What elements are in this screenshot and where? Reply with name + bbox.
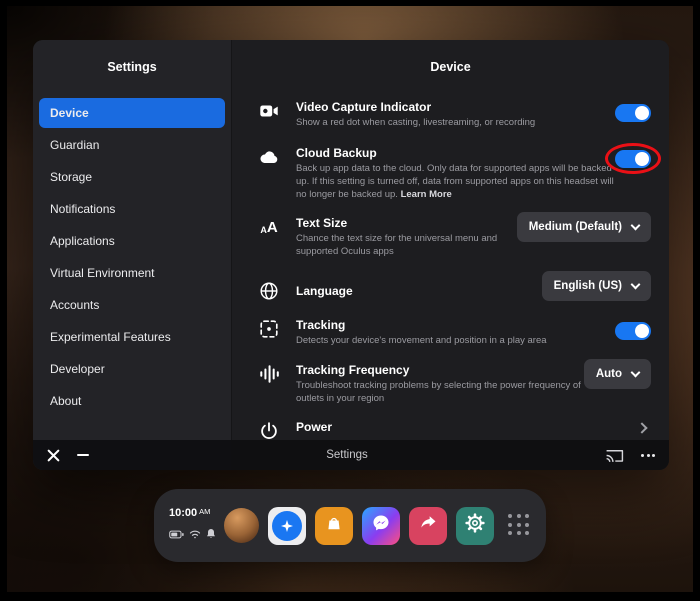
globe-icon	[258, 280, 280, 302]
explore-app-button[interactable]	[268, 507, 306, 545]
setting-description: Detects your device's movement and posit…	[296, 335, 547, 348]
panel-title: Device	[232, 60, 669, 74]
screenshot-frame: Settings Device Guardian Storage Notific…	[0, 0, 700, 601]
frequency-icon	[258, 363, 280, 385]
settings-app-button[interactable]	[456, 507, 494, 545]
power-icon	[258, 420, 280, 442]
setting-row-tracking-frequency: Tracking Frequency Troubleshoot tracking…	[258, 363, 651, 406]
notifications-bell-icon	[206, 526, 216, 544]
window-bottom-bar: Settings	[33, 440, 669, 470]
setting-title: Power	[296, 420, 332, 434]
clock: 10:00AM	[169, 507, 215, 519]
video-capture-icon	[258, 100, 280, 122]
cloud-icon	[258, 146, 280, 168]
setting-row-text-size: AA Text Size Chance the text size for th…	[258, 216, 651, 259]
language-dropdown[interactable]: English (US)	[542, 271, 651, 301]
tracking-icon	[258, 318, 280, 340]
chevron-down-icon	[631, 367, 641, 377]
more-options-button[interactable]	[641, 454, 655, 457]
video-capture-toggle[interactable]	[615, 104, 651, 122]
chevron-down-icon	[631, 279, 641, 289]
sidebar-item-virtual-environment[interactable]: Virtual Environment	[39, 258, 225, 288]
cloud-backup-toggle[interactable]	[615, 150, 651, 168]
dock-status-area: 10:00AM	[169, 507, 215, 544]
setting-title: Tracking	[296, 318, 547, 332]
messenger-app-button[interactable]	[362, 507, 400, 545]
shopping-bag-icon	[324, 513, 344, 538]
sidebar-item-experimental-features[interactable]: Experimental Features	[39, 322, 225, 352]
setting-row-video-capture: Video Capture Indicator Show a red dot w…	[258, 100, 651, 130]
text-size-dropdown[interactable]: Medium (Default)	[517, 212, 651, 242]
gear-icon	[464, 512, 486, 539]
toggle-knob	[635, 152, 649, 166]
sidebar-title: Settings	[33, 60, 231, 74]
setting-title: Tracking Frequency	[296, 363, 584, 377]
sidebar: Settings Device Guardian Storage Notific…	[33, 40, 232, 470]
sidebar-item-applications[interactable]: Applications	[39, 226, 225, 256]
sidebar-item-notifications[interactable]: Notifications	[39, 194, 225, 224]
sidebar-item-guardian[interactable]: Guardian	[39, 130, 225, 160]
meridiem-label: AM	[199, 507, 210, 516]
toggle-knob	[635, 106, 649, 120]
setting-row-tracking: Tracking Detects your device's movement …	[258, 318, 651, 348]
sidebar-item-about[interactable]: About	[39, 386, 225, 416]
description-text: Back up app data to the cloud. Only data…	[296, 163, 614, 200]
sidebar-nav: Device Guardian Storage Notifications Ap…	[39, 98, 225, 418]
learn-more-link[interactable]: Learn More	[401, 189, 452, 200]
tracking-frequency-dropdown[interactable]: Auto	[584, 359, 651, 389]
minimize-icon	[77, 454, 89, 456]
chevron-down-icon	[631, 220, 641, 230]
sidebar-item-developer[interactable]: Developer	[39, 354, 225, 384]
setting-title: Video Capture Indicator	[296, 100, 535, 114]
tracking-toggle[interactable]	[615, 322, 651, 340]
setting-description: Show a red dot when casting, livestreami…	[296, 117, 535, 130]
explore-icon	[272, 511, 302, 541]
window-title: Settings	[89, 449, 605, 461]
text-size-icon: AA	[258, 216, 280, 238]
sidebar-item-storage[interactable]: Storage	[39, 162, 225, 192]
store-app-button[interactable]	[315, 507, 353, 545]
wifi-icon	[189, 526, 201, 544]
dropdown-value: English (US)	[554, 280, 622, 292]
dropdown-value: Medium (Default)	[529, 221, 622, 233]
settings-window: Settings Device Guardian Storage Notific…	[33, 40, 669, 470]
device-settings-panel: Device Video Capture Indicator Show a re…	[232, 40, 669, 470]
chevron-right-icon	[636, 422, 647, 433]
setting-title: Text Size	[296, 216, 517, 230]
toggle-knob	[635, 324, 649, 338]
cast-button[interactable]	[605, 448, 624, 463]
setting-description: Back up app data to the cloud. Only data…	[296, 163, 615, 201]
setting-title: Language	[296, 284, 353, 298]
sidebar-item-accounts[interactable]: Accounts	[39, 290, 225, 320]
setting-row-power[interactable]: Power	[258, 420, 651, 442]
setting-description: Chance the text size for the universal m…	[296, 233, 517, 259]
minimize-button[interactable]	[77, 454, 89, 456]
messenger-icon	[370, 512, 392, 539]
sidebar-item-device[interactable]: Device	[39, 98, 225, 128]
profile-avatar[interactable]	[224, 508, 259, 543]
share-arrow-icon	[418, 513, 438, 538]
battery-icon	[169, 526, 184, 544]
sharing-app-button[interactable]	[409, 507, 447, 545]
setting-row-language: Language English (US)	[258, 280, 651, 302]
app-library-button[interactable]	[508, 514, 531, 537]
close-button[interactable]	[47, 449, 60, 462]
setting-row-cloud-backup: Cloud Backup Back up app data to the clo…	[258, 146, 651, 201]
universal-menu-dock: 10:00AM	[154, 489, 546, 562]
setting-description: Troubleshoot tracking problems by select…	[296, 380, 584, 406]
dropdown-value: Auto	[596, 368, 622, 380]
setting-title: Cloud Backup	[296, 146, 615, 160]
